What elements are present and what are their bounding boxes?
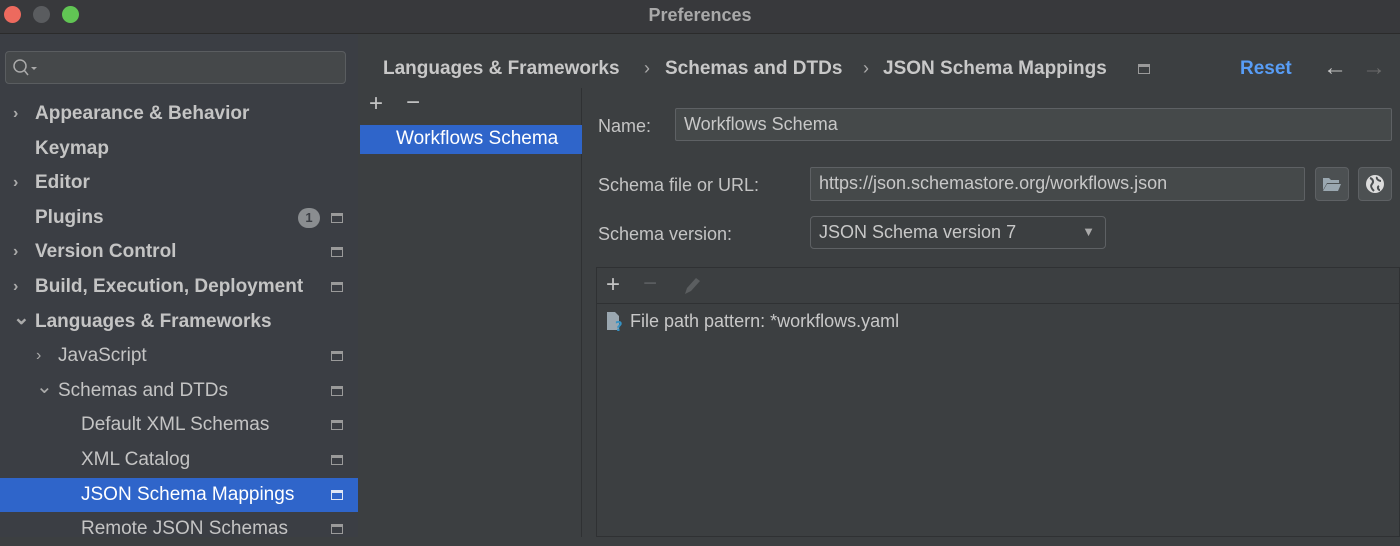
sidebar-item[interactable]: Keymap <box>0 132 358 166</box>
sidebar-item[interactable]: › Version Control <box>0 235 358 269</box>
sidebar-item[interactable]: ⌄ Schemas and DTDs <box>0 374 358 408</box>
sidebar-item-label: Languages & Frameworks <box>35 310 272 332</box>
sidebar-item[interactable]: ⌄ Languages & Frameworks <box>0 305 358 339</box>
sidebar-item[interactable]: › JavaScript <box>0 339 358 373</box>
project-settings-icon <box>331 455 343 465</box>
update-count-badge: 1 <box>298 207 320 228</box>
mapping-row[interactable]: ? File path pattern: *workflows.yaml <box>605 310 899 332</box>
remove-mapping-button[interactable]: − <box>643 270 657 298</box>
project-settings-icon <box>331 247 343 258</box>
chevron-down-icon: ▼ <box>1082 224 1095 239</box>
reset-button[interactable]: Reset <box>1240 58 1292 80</box>
breadcrumb-separator-icon: › <box>644 58 650 78</box>
project-settings-icon <box>331 385 343 396</box>
sidebar-item-label: XML Catalog <box>81 449 191 470</box>
schema-version-label: Schema version: <box>598 224 733 244</box>
project-settings-icon <box>331 212 343 223</box>
schema-url-input[interactable]: https://json.schemastore.org/workflows.j… <box>810 167 1305 201</box>
add-mapping-button[interactable]: + <box>606 271 620 299</box>
sidebar-item[interactable]: › Editor <box>0 166 358 200</box>
sidebar-item-label: Appearance & Behavior <box>35 103 250 124</box>
project-settings-icon <box>331 524 343 535</box>
sidebar-item[interactable]: › Build, Execution, Deployment <box>0 270 358 304</box>
mapping-text: File path pattern: *workflows.yaml <box>630 310 900 331</box>
project-settings-icon <box>331 420 343 431</box>
sidebar-item-label: Plugins <box>35 206 104 228</box>
project-settings-icon <box>331 489 343 500</box>
sidebar-item-label: JSON Schema Mappings <box>81 483 295 505</box>
project-settings-icon <box>1138 64 1150 74</box>
edit-pencil-icon[interactable] <box>681 276 701 296</box>
chevron-right-icon[interactable]: › <box>13 105 18 123</box>
globe-icon <box>1366 175 1384 193</box>
sidebar-item-label: Default XML Schemas <box>81 414 270 436</box>
project-settings-icon <box>331 351 343 362</box>
title-bar: Preferences <box>0 0 1400 34</box>
schema-version-value: JSON Schema version 7 <box>819 222 1017 242</box>
sidebar-item[interactable]: › Appearance & Behavior <box>0 97 358 131</box>
sidebar-item-label: Keymap <box>35 137 109 159</box>
sidebar-item[interactable]: Default XML Schemas <box>0 408 358 442</box>
sidebar-item-label: Version Control <box>35 241 177 263</box>
forward-arrow-icon[interactable]: → <box>1362 54 1386 82</box>
name-input[interactable]: Workflows Schema <box>675 108 1392 141</box>
sidebar-item-label: Schemas and DTDs <box>58 379 229 401</box>
mappings-toolbar: + − <box>597 268 1400 304</box>
sidebar-item-label: Editor <box>35 172 90 194</box>
browse-folder-button[interactable] <box>1315 167 1349 201</box>
breadcrumb-current: JSON Schema Mappings <box>883 58 1107 79</box>
chevron-right-icon[interactable]: › <box>36 347 41 365</box>
breadcrumb-separator-icon: › <box>863 58 869 78</box>
chevron-down-icon[interactable]: ⌄ <box>36 374 53 399</box>
window-title: Preferences <box>648 5 752 25</box>
breadcrumb-item[interactable]: Schemas and DTDs <box>665 58 842 80</box>
search-input[interactable] <box>5 51 346 84</box>
sidebar-item[interactable]: Plugins 1 <box>0 201 358 235</box>
schema-url-label: Schema file or URL: <box>598 175 760 195</box>
name-label: Name: <box>598 116 652 136</box>
project-settings-icon <box>331 282 343 292</box>
add-schema-button[interactable]: + <box>369 90 383 118</box>
schema-list-item[interactable]: Workflows Schema <box>360 125 582 154</box>
chevron-right-icon[interactable]: › <box>13 174 18 192</box>
sidebar-item[interactable]: JSON Schema Mappings <box>0 477 358 512</box>
sidebar-item-label: Build, Execution, Deployment <box>35 276 304 297</box>
sidebar-item[interactable]: Remote JSON Schemas <box>0 512 358 546</box>
schema-list-panel <box>360 88 582 537</box>
file-pattern-icon: ? <box>607 312 623 332</box>
remove-schema-button[interactable]: − <box>406 89 420 117</box>
chevron-right-icon[interactable]: › <box>13 243 18 261</box>
search-icon <box>13 59 37 76</box>
chevron-down-icon[interactable]: ⌄ <box>13 305 30 330</box>
schema-version-dropdown[interactable]: JSON Schema version 7 ▼ <box>810 216 1106 249</box>
sidebar-item-label: JavaScript <box>58 345 147 367</box>
sidebar-item[interactable]: XML Catalog <box>0 443 358 477</box>
breadcrumb-item[interactable]: Languages & Frameworks <box>383 58 620 80</box>
remote-url-button[interactable] <box>1358 167 1392 201</box>
back-arrow-icon[interactable]: ← <box>1323 54 1347 82</box>
chevron-right-icon[interactable]: › <box>13 278 18 296</box>
mappings-panel: + − ? File path pattern: *workflows.yaml <box>596 267 1400 537</box>
folder-icon <box>1323 178 1341 191</box>
svg-text:?: ? <box>615 320 623 332</box>
